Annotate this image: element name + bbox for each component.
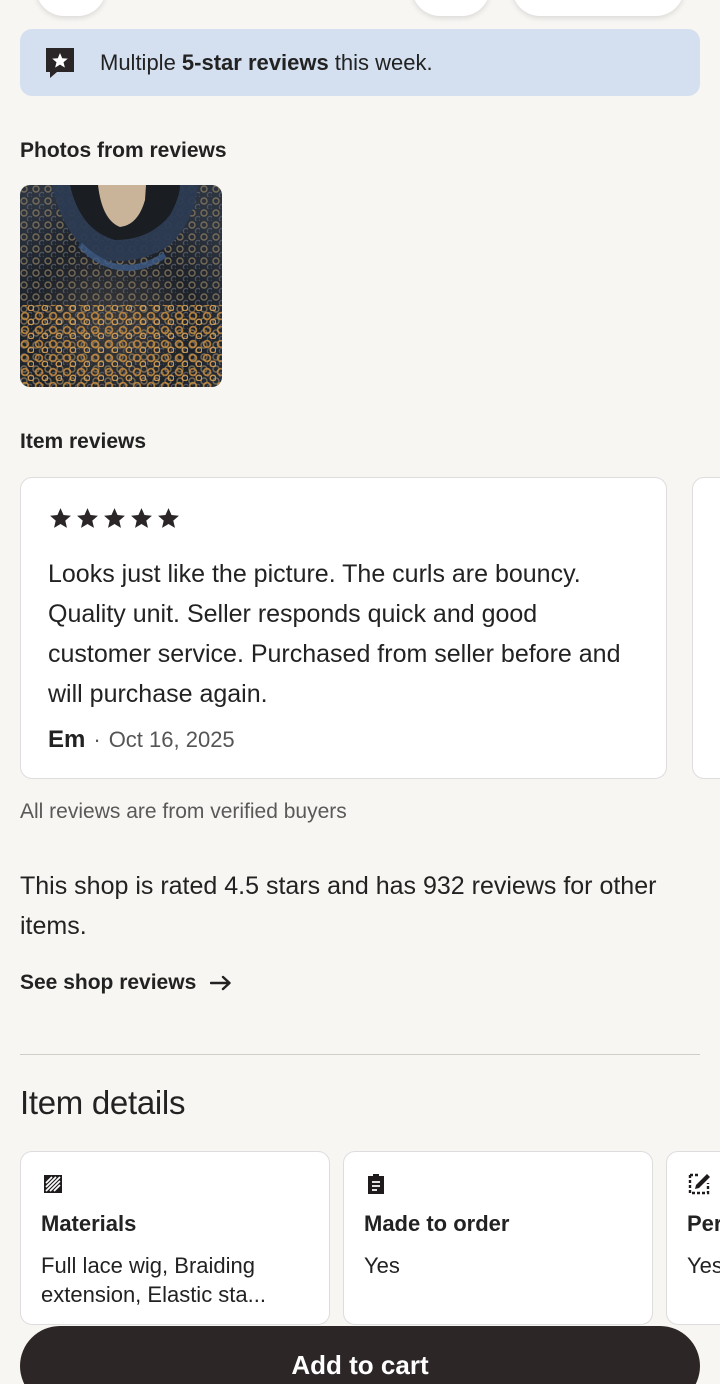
review-text: Looks just like the picture. The curls a… [48, 560, 621, 708]
star-icon [77, 507, 98, 528]
top-action-pill[interactable] [512, 0, 684, 16]
see-shop-reviews-link[interactable]: See shop reviews [20, 971, 232, 995]
review-author: Em [48, 726, 86, 753]
star-rating [48, 504, 640, 532]
detail-value: Yes [364, 1253, 400, 1278]
detail-title: Made to order [364, 1211, 510, 1236]
detail-value: Full lace wig, Braiding extension, Elast… [41, 1253, 266, 1307]
wig-photo-image [20, 185, 222, 387]
review-date: Oct 16, 2025 [108, 727, 235, 752]
detail-card-materials[interactable]: Materials Full lace wig, Braiding extens… [20, 1151, 330, 1325]
top-action-pill[interactable] [36, 0, 106, 16]
verified-note: All reviews are from verified buyers [20, 800, 347, 823]
next-review-card[interactable] [692, 477, 720, 779]
star-icon [158, 507, 179, 528]
section-divider [20, 1054, 700, 1055]
star-review-icon [46, 47, 74, 78]
shop-rating-text: This shop is rated 4.5 stars and has 932… [20, 872, 657, 940]
item-details-title: Item details [20, 1084, 186, 1121]
review-photo[interactable] [20, 185, 222, 387]
see-shop-reviews-label: See shop reviews [20, 971, 197, 994]
detail-value: Yes [687, 1253, 720, 1278]
top-action-pill[interactable] [412, 0, 490, 16]
detail-card-personalization[interactable]: Personalization Yes [666, 1151, 720, 1325]
detail-title: Personalization [687, 1211, 720, 1236]
personalize-icon [688, 1173, 710, 1195]
page: Multiple 5-star reviews this week. Photo… [0, 0, 720, 1384]
materials-icon [44, 1175, 62, 1193]
banner-text: Multiple 5-star reviews this week. [100, 49, 433, 75]
review-meta: Em · Oct 16, 2025 [48, 726, 640, 754]
detail-title: Materials [41, 1211, 137, 1236]
star-icon [50, 507, 71, 528]
add-to-cart-button[interactable]: Add to cart [20, 1326, 700, 1384]
five-star-banner: Multiple 5-star reviews this week. [20, 29, 700, 96]
arrow-right-icon [210, 975, 231, 991]
detail-card-made-to-order[interactable]: Made to order Yes [343, 1151, 653, 1325]
reviews-section-label: Item reviews [20, 430, 147, 453]
review-card[interactable]: Looks just like the picture. The curls a… [20, 477, 667, 779]
photos-section-label: Photos from reviews [20, 139, 227, 162]
star-icon [131, 507, 152, 528]
clipboard-icon [368, 1174, 384, 1194]
star-icon [104, 507, 125, 528]
meta-separator: · [93, 727, 101, 752]
